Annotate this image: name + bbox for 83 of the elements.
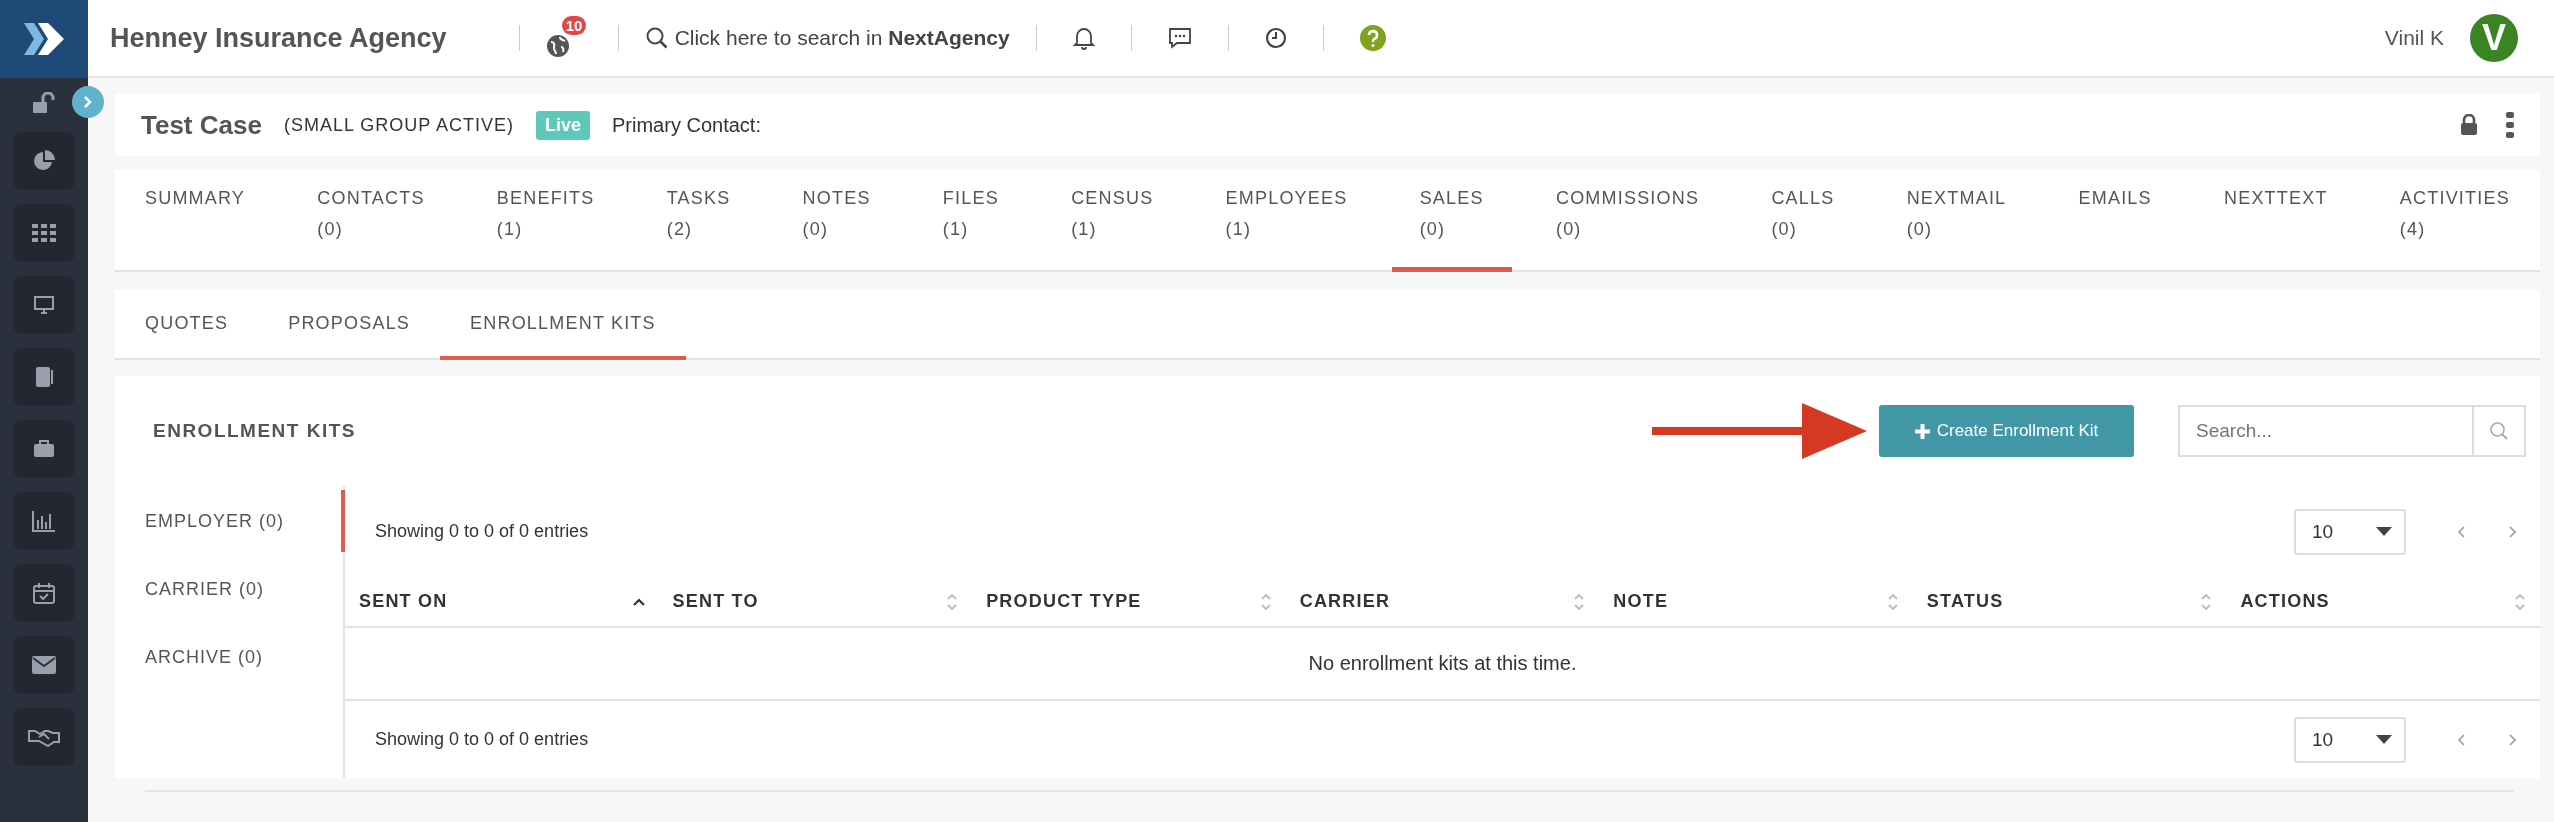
book-icon	[34, 366, 54, 388]
page-size-select[interactable]: 10	[2294, 716, 2406, 763]
search-icon	[2489, 421, 2509, 441]
entries-info: Showing 0 to 0 of 0 entries	[375, 521, 589, 543]
help-icon[interactable]	[1359, 25, 1386, 51]
kit-filter-tab[interactable]: EMPLOYER (0)	[145, 490, 345, 552]
mail-nav-button[interactable]	[14, 636, 74, 694]
calendar-check-icon	[33, 582, 55, 604]
plus-icon	[1914, 423, 1930, 439]
notification-count-badge: 10	[561, 16, 587, 35]
sales-subtab[interactable]: QUOTES	[145, 290, 259, 360]
sales-subtab[interactable]: ENROLLMENT KITS	[440, 290, 686, 360]
column-header[interactable]: ACTIONS	[2226, 577, 2540, 627]
book-nav-button[interactable]	[14, 348, 74, 406]
app-logo[interactable]	[0, 0, 88, 78]
column-header[interactable]: NOTE	[1599, 577, 1913, 627]
section-title: ENROLLMENT KITS	[153, 420, 356, 442]
caret-down-icon	[2376, 735, 2392, 745]
user-avatar[interactable]: V	[2470, 14, 2518, 62]
column-header[interactable]: STATUS	[1912, 577, 2227, 627]
record-tab[interactable]: TASKS (2)	[666, 170, 731, 272]
record-tab[interactable]: EMPLOYEES (1)	[1225, 170, 1348, 272]
record-tab[interactable]: CONTACTS (0)	[317, 170, 425, 272]
kit-filter-tab[interactable]: CARRIER (0)	[145, 558, 345, 620]
globe-icon	[545, 34, 570, 58]
column-header[interactable]: SENT TO	[658, 577, 973, 627]
column-header[interactable]: CARRIER	[1285, 577, 1600, 627]
handshake-icon	[28, 727, 60, 747]
expand-sidebar-button[interactable]	[72, 86, 104, 118]
kit-filter-tab[interactable]: ARCHIVE (0)	[145, 626, 345, 688]
calendar-nav-button[interactable]	[14, 564, 74, 622]
sales-subtab[interactable]: PROPOSALS	[258, 290, 441, 360]
caret-down-icon	[2376, 527, 2392, 537]
monitor-nav-button[interactable]	[14, 276, 74, 334]
record-tab[interactable]: NEXTTEXT	[2224, 170, 2328, 272]
grid-icon	[32, 224, 56, 242]
bar-chart-icon	[32, 510, 56, 532]
pie-nav-button[interactable]	[14, 132, 74, 190]
grid-nav-button[interactable]	[14, 204, 74, 262]
record-tab[interactable]: CALLS (0)	[1771, 170, 1835, 272]
more-options-icon[interactable]	[2506, 112, 2514, 138]
lock-icon[interactable]	[2460, 114, 2478, 136]
briefcase-nav-button[interactable]	[14, 420, 74, 478]
record-tab[interactable]: FILES (1)	[942, 170, 999, 272]
record-tab[interactable]: CENSUS (1)	[1071, 170, 1154, 272]
search-field[interactable]: Search...	[2178, 405, 2474, 457]
handshake-nav-button[interactable]	[14, 708, 74, 766]
chart-nav-button[interactable]	[14, 492, 74, 550]
page-size-select[interactable]: 10	[2294, 508, 2406, 555]
record-status: (SMALL GROUP ACTIVE)	[283, 114, 514, 136]
next-page-icon[interactable]	[2508, 524, 2518, 539]
chevron-right-icon	[83, 95, 93, 109]
search-icon	[644, 26, 669, 50]
entries-info: Showing 0 to 0 of 0 entries	[375, 729, 589, 751]
clock-icon[interactable]	[1264, 27, 1287, 49]
monitor-icon	[34, 296, 54, 314]
next-page-icon[interactable]	[2508, 732, 2518, 747]
column-header[interactable]: SENT ON	[345, 577, 659, 627]
record-title: Test Case	[141, 109, 262, 141]
record-tab[interactable]: SALES (0)	[1391, 170, 1512, 272]
record-tab[interactable]: BENEFITS (1)	[496, 170, 595, 272]
user-name[interactable]: Vinil K	[2384, 26, 2444, 50]
pie-chart-icon	[32, 149, 56, 173]
empty-table-message: No enrollment kits at this time.	[345, 628, 2540, 702]
logo-icon	[22, 21, 66, 57]
briefcase-icon	[33, 440, 55, 458]
record-tab[interactable]: NEXTMAIL (0)	[1906, 170, 2007, 272]
previous-page-icon[interactable]	[2456, 524, 2466, 539]
primary-contact-label: Primary Contact:	[612, 113, 761, 137]
agency-name: Henney Insurance Agency	[110, 22, 447, 54]
envelope-icon	[32, 656, 56, 674]
chat-icon[interactable]	[1167, 27, 1192, 49]
record-tab[interactable]: SUMMARY	[145, 170, 246, 272]
record-tab[interactable]: EMAILS	[2078, 170, 2152, 272]
column-header[interactable]: PRODUCT TYPE	[972, 577, 1286, 627]
live-badge: Live	[536, 110, 590, 140]
previous-page-icon[interactable]	[2456, 732, 2466, 747]
record-tab[interactable]: COMMISSIONS (0)	[1555, 170, 1700, 272]
bell-icon[interactable]	[1072, 26, 1095, 50]
notifications-button[interactable]: 10	[545, 16, 592, 60]
unlock-icon	[31, 92, 57, 114]
record-tab[interactable]: ACTIVITIES (4)	[2399, 170, 2510, 272]
record-tab[interactable]: NOTES (0)	[802, 170, 871, 272]
